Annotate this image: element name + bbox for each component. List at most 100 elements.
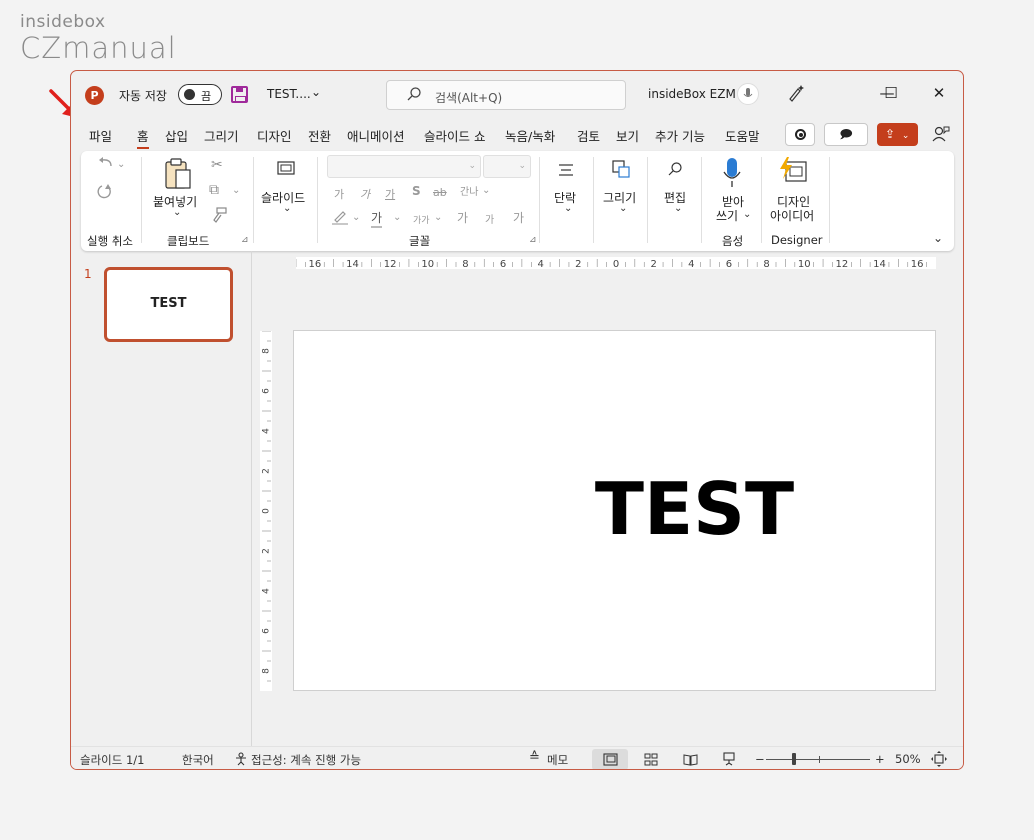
tab-animations[interactable]: 애니메이션 — [347, 126, 405, 145]
tab-addins[interactable]: 추가 기능 — [655, 126, 705, 145]
chevron-down-icon[interactable]: ⌄ — [564, 203, 572, 214]
dialog-launcher-icon[interactable]: ⊿ — [241, 235, 249, 245]
close-button[interactable]: ✕ — [929, 84, 949, 102]
slideshow-icon[interactable] — [722, 752, 736, 766]
undo-icon[interactable] — [97, 157, 115, 171]
slide-canvas[interactable]: TEST — [293, 330, 936, 691]
search-box[interactable]: 검색(Alt+Q) — [386, 80, 626, 110]
dialog-launcher-icon[interactable]: ⊿ — [529, 235, 537, 245]
normal-view-icon[interactable] — [603, 753, 618, 766]
copy-icon[interactable]: ⧉ — [209, 182, 219, 198]
shadow-button[interactable]: S — [412, 184, 421, 198]
ruler-label: 6 — [262, 628, 272, 634]
highlight-icon[interactable] — [331, 209, 349, 225]
slide-thumbnail[interactable]: TEST — [104, 267, 233, 342]
slide-sorter-icon[interactable] — [644, 753, 658, 766]
reading-view-icon[interactable] — [683, 753, 698, 766]
zoom-level[interactable]: 50% — [895, 752, 921, 766]
accessibility-icon[interactable] — [234, 752, 248, 766]
chevron-down-icon[interactable]: ⌄ — [283, 203, 291, 214]
group-divider — [539, 157, 540, 243]
chevron-down-icon[interactable]: ⌄ — [743, 209, 751, 220]
chevron-down-icon[interactable]: ⌄ — [117, 159, 125, 170]
chevron-down-icon[interactable]: ⌄ — [674, 203, 682, 214]
tab-view[interactable]: 보기 — [616, 126, 639, 145]
shapes-icon[interactable] — [612, 160, 630, 178]
zoom-slider-thumb[interactable] — [792, 753, 796, 765]
tab-review[interactable]: 검토 — [577, 126, 600, 145]
dictate-label-line2[interactable]: 쓰기 — [716, 207, 738, 224]
designer-icon[interactable] — [778, 157, 808, 183]
group-divider — [829, 157, 830, 243]
ruler-label: 6 — [262, 388, 272, 394]
comments-button[interactable]: 🗩 — [824, 123, 868, 146]
redo-icon[interactable] — [96, 183, 114, 201]
bold-button[interactable]: 가 — [334, 186, 344, 202]
ruler-label: 6 — [726, 259, 732, 269]
paste-icon[interactable] — [164, 158, 192, 190]
autosave-toggle[interactable]: 끔 — [178, 84, 222, 105]
font-color-button[interactable]: 가 — [371, 209, 383, 228]
underline-button[interactable]: 가 — [385, 186, 395, 202]
pane-divider[interactable] — [251, 251, 252, 746]
dictate-microphone-icon[interactable] — [721, 157, 743, 189]
tab-slideshow[interactable]: 슬라이드 쇼 — [424, 126, 485, 145]
designer-label-line2[interactable]: 아이디어 — [770, 207, 814, 224]
chevron-down-icon[interactable]: ⌄ — [933, 231, 943, 245]
paragraph-icon[interactable] — [558, 163, 574, 177]
chevron-down-icon[interactable]: ⌄ — [393, 212, 401, 223]
tab-transitions[interactable]: 전환 — [308, 126, 331, 145]
maximize-button[interactable]: ☐ — [881, 84, 901, 102]
chevron-down-icon[interactable]: ⌄ — [352, 212, 360, 223]
tab-file[interactable]: 파일 — [89, 126, 112, 145]
font-name-select[interactable]: ⌄ — [327, 155, 481, 178]
pen-sparkle-icon[interactable] — [787, 84, 805, 102]
slide-title-text[interactable]: TEST — [294, 467, 935, 551]
tab-draw[interactable]: 그리기 — [204, 126, 239, 145]
chevron-down-icon[interactable]: ⌄ — [434, 212, 442, 223]
user-name[interactable]: insideBox EZM — [648, 87, 736, 101]
italic-button[interactable]: 가 — [360, 186, 370, 202]
language-indicator[interactable]: 한국어 — [182, 752, 214, 768]
status-bar: 슬라이드 1/1 한국어 접근성: 계속 진행 가능 ≙ 메모 − + 50% — [71, 746, 963, 769]
zoom-slider-track[interactable] — [766, 759, 870, 760]
watermark-line2: CZmanual — [20, 31, 177, 65]
tab-record[interactable]: 녹음/녹화 — [505, 126, 555, 145]
slide-layout-icon[interactable] — [277, 161, 295, 175]
ruler-label: 8 — [262, 348, 272, 354]
accessibility-status[interactable]: 접근성: 계속 진행 가능 — [251, 752, 361, 768]
save-icon[interactable] — [231, 86, 248, 103]
zoom-in-button[interactable]: + — [875, 752, 885, 766]
tab-help[interactable]: 도움말 — [725, 126, 760, 145]
decrease-font-size-button[interactable]: 가 — [485, 211, 494, 226]
document-title[interactable]: TEST.... — [267, 87, 311, 101]
notes-icon[interactable]: ≙ — [529, 750, 540, 765]
strikethrough-button[interactable]: ab — [433, 186, 447, 199]
chevron-down-icon[interactable]: ⌄ — [232, 185, 240, 196]
avatar[interactable] — [737, 83, 759, 105]
chevron-down-icon[interactable]: ⌄ — [619, 203, 627, 214]
chevron-down-icon[interactable]: ⌄ — [482, 185, 490, 196]
coauthor-icon[interactable] — [932, 125, 950, 143]
zoom-out-button[interactable]: − — [755, 752, 765, 766]
cut-icon[interactable]: ✂ — [211, 157, 223, 173]
search-icon[interactable] — [667, 161, 683, 177]
record-button[interactable] — [785, 123, 815, 146]
chevron-down-icon[interactable]: ⌄ — [173, 207, 181, 218]
change-case-button[interactable]: 가가 — [413, 213, 430, 226]
vertical-ruler: 8 6 4 2 0 2 4 6 8 — [260, 331, 272, 691]
increase-font-size-button[interactable]: 가 — [457, 209, 468, 226]
format-painter-icon[interactable] — [211, 207, 227, 223]
tab-home[interactable]: 홈 — [137, 126, 149, 149]
tab-design[interactable]: 디자인 — [257, 126, 292, 145]
font-size-select[interactable]: ⌄ — [483, 155, 531, 178]
autosave-state: 끔 — [201, 90, 212, 103]
tab-insert[interactable]: 삽입 — [165, 126, 188, 145]
zoom-slider-midmark — [819, 756, 820, 763]
fit-to-window-icon[interactable] — [931, 751, 947, 767]
chevron-down-icon[interactable]: ⌄ — [311, 85, 321, 99]
notes-button[interactable]: 메모 — [547, 752, 568, 768]
clear-formatting-button[interactable]: 가 — [513, 209, 524, 226]
share-button[interactable]: ⇪ ⌄ — [877, 123, 918, 146]
character-spacing-button[interactable]: 간나 — [460, 183, 478, 198]
